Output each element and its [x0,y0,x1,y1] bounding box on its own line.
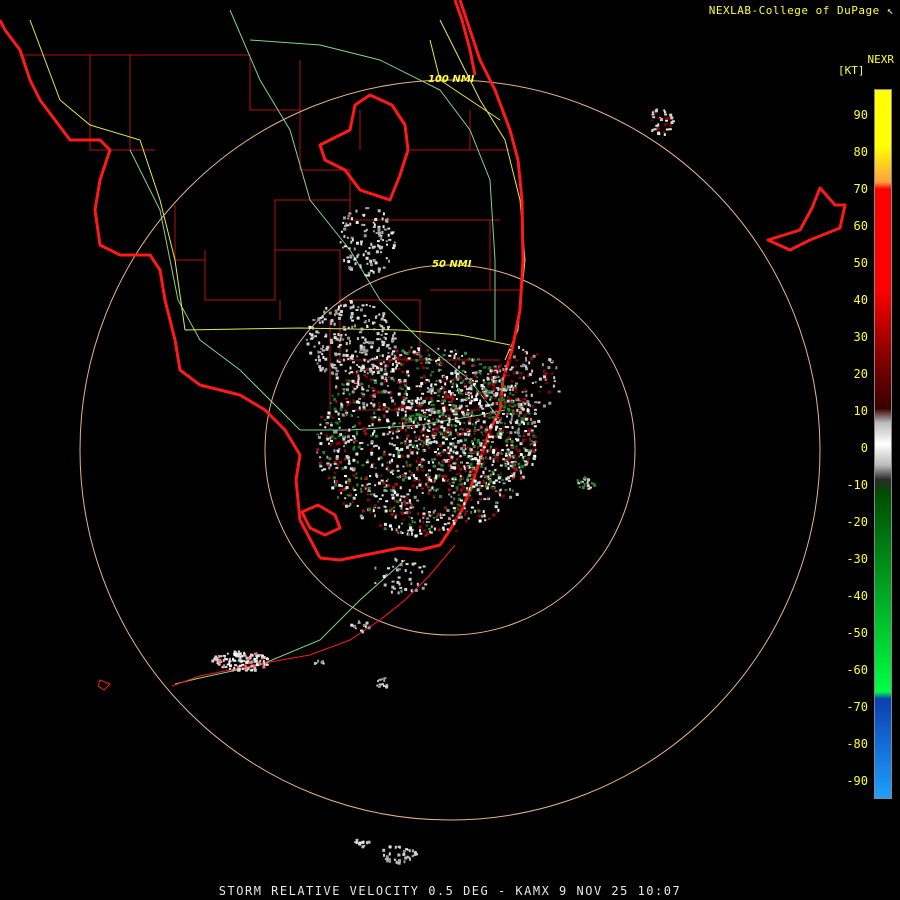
nexlab-logo-icon: ↖ [886,4,894,17]
legend-tick-label: 50 [853,256,868,270]
legend-tick-label: -80 [846,737,868,751]
legend-tick-label: 30 [853,330,868,344]
nexlab-credit-text: NEXLAB-College of DuPage [708,4,880,17]
legend-tick-label: -50 [846,626,868,640]
legend-tick-label: 40 [853,293,868,307]
legend-unit: [KT] [838,64,865,77]
legend-tick-label: 20 [853,367,868,381]
ring-label-50nmi: 50 NMI [432,259,472,270]
nexlab-credit: NEXLAB-College of DuPage ↖ [709,4,894,17]
legend-tick-label: -90 [846,774,868,788]
radar-product-caption: STORM RELATIVE VELOCITY 0.5 DEG - KAMX 9… [218,884,682,898]
legend-tick-label: 0 [860,441,868,455]
legend-tick-label: -60 [846,663,868,677]
legend-tick-label: -10 [846,478,868,492]
legend-tick-label: 60 [853,219,868,233]
legend-tick-label: -20 [846,515,868,529]
legend-tick-label: 80 [853,145,868,159]
radar-map [0,0,900,900]
legend-tick-label: 70 [853,182,868,196]
legend-tick-label: -30 [846,552,868,566]
legend-tick-label: -70 [846,700,868,714]
legend-tick-label: 90 [853,108,868,122]
legend-title: NEXR [867,53,895,66]
ring-label-100nmi: 100 NMI [428,74,475,85]
velocity-color-scale [874,89,892,799]
legend-tick-label: -40 [846,589,868,603]
legend-tick-label: 10 [853,404,868,418]
